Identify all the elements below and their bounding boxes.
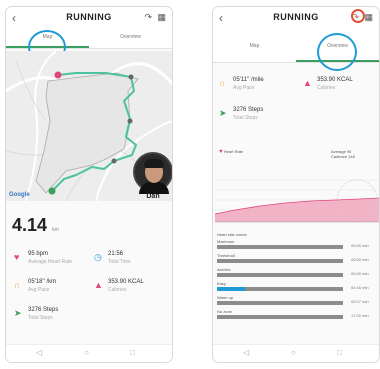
- zone-row-warm-up: Warm up 00:07 min: [215, 295, 379, 309]
- zone-label: Threshold: [217, 253, 235, 258]
- avatar-hair: [144, 159, 164, 168]
- chart-stats: Average 95 Cadence 148: [331, 149, 355, 159]
- zone-row-easy: Easy 04:46 min: [215, 281, 379, 295]
- nav-home-icon[interactable]: ○: [84, 348, 89, 357]
- zone-row-aerobic: Aerobic 00:00 min: [215, 267, 379, 281]
- calendar-icon[interactable]: ▦: [157, 12, 166, 23]
- stat-value: 05'11'' /mile: [233, 77, 264, 83]
- zones-header: Heart rate zones: [217, 232, 247, 237]
- system-nav-bar: ◁ ○ □: [213, 344, 379, 362]
- nav-recents-icon[interactable]: □: [130, 348, 135, 357]
- zone-label: Aerobic: [217, 267, 231, 272]
- zone-label: Warm up: [217, 295, 234, 300]
- stat-avg-pace: ∩ 05'11'' /mile Avg Pace: [219, 77, 297, 101]
- stat-label: Total Steps: [28, 315, 53, 321]
- user-avatar[interactable]: [133, 152, 172, 194]
- zone-value: 04:46 min: [351, 285, 369, 290]
- stat-label: Calories: [108, 287, 127, 293]
- zone-label: No zone: [217, 309, 232, 314]
- stat-label: Average Heart Rate: [28, 259, 73, 265]
- chart-area: [215, 198, 379, 222]
- stat-label: Avg Pace: [233, 85, 255, 91]
- google-logo: Google: [9, 192, 30, 198]
- chart-header: ♥ Heart Rate: [219, 149, 243, 155]
- system-nav-bar: ◁ ○ □: [6, 344, 172, 362]
- heart-icon: ♥: [14, 252, 20, 262]
- stat-value: 353.90 KCAL: [108, 279, 144, 285]
- stat-total-time: ◷ 21:56 Total Time: [94, 251, 172, 275]
- stat-label: Calories: [317, 85, 336, 91]
- stat-calories: ▲ 353.90 KCAL Calories: [94, 279, 172, 303]
- footprint-icon: ∩: [14, 280, 21, 290]
- stat-steps: ➤ 3276 Steps Total Steps: [219, 107, 297, 131]
- zone-bar: [217, 245, 343, 249]
- zone-row-maximum: Maximum 00:00 min: [215, 239, 379, 253]
- zone-label: Maximum: [217, 239, 235, 244]
- shoe-icon: ➤: [14, 308, 22, 318]
- stat-avg-pace: ∩ 05'18'' /km Avg Pace: [14, 279, 92, 303]
- zone-value: 00:00 min: [351, 243, 369, 248]
- zone-value: 00:00 min: [351, 257, 369, 262]
- zone-value: 17:02 min: [351, 313, 369, 318]
- stat-value: 95 bpm: [28, 251, 49, 257]
- zone-bar: [217, 315, 343, 319]
- calendar-icon[interactable]: ▦: [364, 12, 373, 23]
- nav-recents-icon[interactable]: □: [337, 348, 342, 357]
- distance-value: 4.14 km: [12, 215, 59, 236]
- tab-overview[interactable]: Overview: [89, 34, 172, 40]
- user-name: Dan: [146, 193, 160, 200]
- highlight-circle: [317, 33, 357, 71]
- chart-stat-cadence: Cadence 148: [331, 154, 355, 159]
- zone-row-no-zone: No zone 17:02 min: [215, 309, 379, 323]
- chart-header-label: Heart Rate: [223, 149, 244, 154]
- stat-calories: ▲ 353.90 KCAL Calories: [303, 77, 379, 101]
- stat-value: 3276 Steps: [28, 307, 59, 313]
- phone-screen-overview: ‹ RUNNING ↷ ▦ Map Overview ∩ 05'11'' /mi…: [212, 6, 380, 363]
- nav-home-icon[interactable]: ○: [291, 348, 296, 357]
- stat-value: 353.90 KCAL: [317, 77, 353, 83]
- nav-back-icon[interactable]: ◁: [36, 348, 42, 357]
- stat-label: Total Time: [108, 259, 131, 265]
- stat-heart-rate: ♥ 95 bpm Average Heart Rate: [14, 251, 92, 275]
- stat-steps: ➤ 3276 Steps Total Steps: [14, 307, 92, 331]
- phone-screen-map: ‹ RUNNING ↷ ▦ Map Overview Google Dan 4.…: [5, 6, 173, 363]
- heart-icon: ♥: [219, 149, 223, 155]
- zone-bar: [217, 273, 343, 277]
- heart-rate-chart: [215, 179, 379, 223]
- share-highlight-circle: [351, 9, 365, 23]
- fire-icon: ▲: [94, 280, 103, 290]
- footprint-icon: ∩: [219, 78, 226, 88]
- app-header: ‹ RUNNING ↷ ▦: [6, 7, 172, 29]
- stat-value: 21:56: [108, 251, 124, 257]
- stat-label: Avg Pace: [28, 287, 50, 293]
- shoe-icon: ➤: [219, 108, 227, 118]
- distance-unit: km: [52, 227, 59, 233]
- zone-row-threshold: Threshold 00:00 min: [215, 253, 379, 267]
- zone-value: 00:00 min: [351, 271, 369, 276]
- tab-map[interactable]: Map: [213, 43, 296, 49]
- zone-label: Easy: [217, 281, 226, 286]
- nav-back-icon[interactable]: ◁: [243, 348, 249, 357]
- zone-bar: [217, 301, 343, 305]
- zone-value: 00:07 min: [351, 299, 369, 304]
- share-icon[interactable]: ↷: [144, 12, 152, 23]
- zone-fill: [217, 287, 245, 291]
- stat-value: 3276 Steps: [233, 107, 264, 113]
- zone-bar: [217, 259, 343, 263]
- distance-number: 4.14: [12, 215, 48, 235]
- fire-icon: ▲: [303, 78, 312, 88]
- clock-icon: ◷: [94, 252, 102, 262]
- stat-value: 05'18'' /km: [28, 279, 57, 285]
- stat-label: Total Steps: [233, 115, 258, 121]
